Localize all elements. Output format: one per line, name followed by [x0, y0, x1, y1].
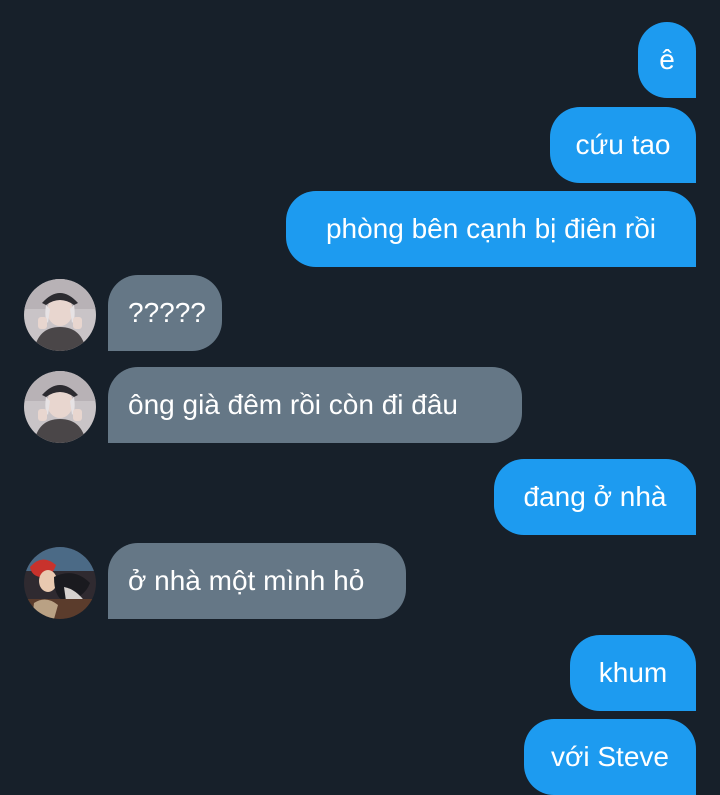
contact-avatar[interactable] — [24, 279, 96, 351]
outgoing-message-bubble[interactable]: đang ở nhà — [494, 459, 696, 535]
anime-character-icon — [24, 547, 96, 619]
message-text: ông già đêm rồi còn đi đâu — [128, 389, 458, 420]
outgoing-message-bubble[interactable]: phòng bên cạnh bị điên rồi — [286, 191, 696, 267]
message-text: ở nhà một mình hỏ — [128, 565, 365, 596]
incoming-message-bubble[interactable]: ????? — [108, 275, 222, 351]
message-text: với Steve — [551, 741, 669, 772]
person-photo-icon — [24, 279, 96, 351]
contact-avatar[interactable] — [24, 371, 96, 443]
incoming-message-bubble[interactable]: ông già đêm rồi còn đi đâu — [108, 367, 522, 443]
message-text: đang ở nhà — [523, 481, 667, 512]
message-text: phòng bên cạnh bị điên rồi — [325, 213, 657, 244]
message-text: cứu tao — [575, 129, 671, 160]
outgoing-message-bubble[interactable]: khum — [570, 635, 696, 711]
contact-avatar[interactable] — [24, 547, 96, 619]
person-photo-icon — [24, 371, 96, 443]
message-text: ê — [659, 44, 675, 75]
incoming-message-bubble[interactable]: ở nhà một mình hỏ — [108, 543, 406, 619]
chat-thread: ê cứu tao phòng bên cạnh bị điên rồi ???… — [0, 0, 720, 795]
outgoing-message-bubble[interactable]: với Steve — [524, 719, 696, 795]
message-text: khum — [598, 657, 668, 688]
outgoing-message-bubble[interactable]: cứu tao — [550, 107, 696, 183]
message-text: ????? — [128, 297, 206, 328]
outgoing-message-bubble[interactable]: ê — [638, 22, 696, 98]
